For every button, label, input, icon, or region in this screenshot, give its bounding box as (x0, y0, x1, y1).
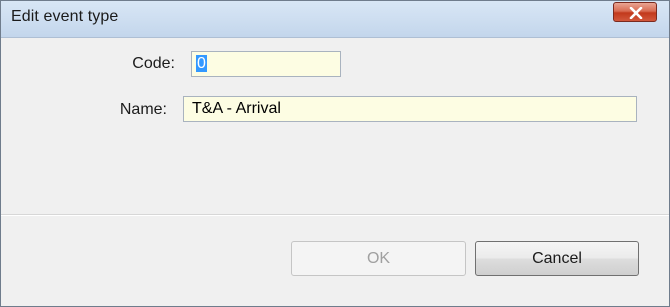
edit-event-type-dialog: Edit event type Code: 0 Name: T&A - Arri… (0, 0, 670, 307)
close-icon (629, 7, 643, 19)
title-bar[interactable]: Edit event type (1, 1, 669, 38)
separator (1, 214, 669, 216)
code-value: 0 (196, 55, 207, 72)
name-label: Name: (119, 101, 167, 118)
code-label: Code: (132, 55, 175, 72)
name-input[interactable]: T&A - Arrival (183, 96, 637, 122)
ok-button[interactable]: OK (291, 241, 466, 276)
cancel-button[interactable]: Cancel (475, 241, 639, 276)
code-input[interactable]: 0 (191, 51, 341, 77)
window-title: Edit event type (11, 8, 119, 25)
close-button[interactable] (613, 2, 657, 22)
